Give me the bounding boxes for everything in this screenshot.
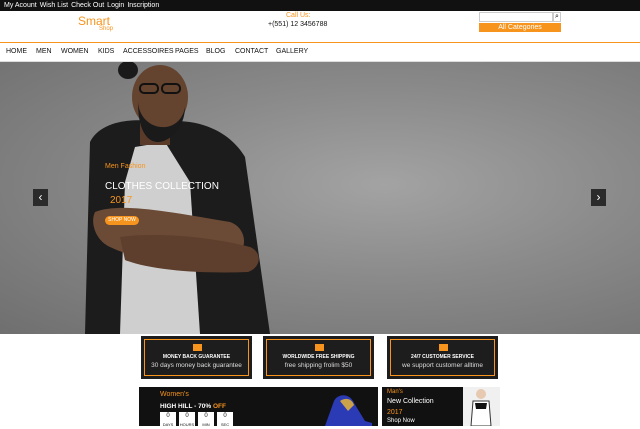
nav-pages[interactable]: PAGES [175, 48, 199, 55]
feature-frame: WORLDWIDE FREE SHIPPING free shipping fr… [266, 339, 371, 376]
promo-off: OFF [212, 403, 226, 410]
countdown-label: SEC [220, 422, 230, 427]
phone-number: +(551) 12 3456788 [268, 21, 328, 28]
countdown-label: MIN [202, 422, 210, 427]
feature-subtitle: 30 days money back guarantee [151, 362, 242, 369]
call-us-label: Call Us: [286, 12, 311, 19]
countdown-label: HOURS [179, 422, 195, 427]
feature-title: MONEY BACK GUARANTEE [162, 354, 231, 360]
chevron-left-icon[interactable]: ‹ [33, 189, 48, 206]
feature-frame: MONEY BACK GUARANTEE 30 days money back … [144, 339, 249, 376]
check-out-link[interactable]: Check Out [71, 2, 104, 9]
hero-year: 2017 [110, 195, 133, 206]
top-bar: My Acount Wish List Check Out Login Inscript… [0, 0, 640, 11]
wish-list-link[interactable]: Wish List [40, 2, 68, 9]
feature-subtitle: free shipping frolim $50 [284, 362, 353, 369]
search-icon[interactable]: ⌕ [553, 12, 561, 22]
nav-accessoires[interactable]: ACCESSOIRES [123, 48, 174, 55]
nav-kids[interactable]: KIDS [98, 48, 114, 55]
headset-icon [439, 344, 448, 351]
countdown-seconds: 0 SEC [217, 412, 233, 427]
feature-free-shipping: WORLDWIDE FREE SHIPPING free shipping fr… [261, 334, 376, 381]
logo-sub: Shop [99, 26, 114, 32]
hero-slider: Men Fashion CLOTHES COLLECTION 2017 SHOP… [0, 62, 640, 334]
promo-title: New Collection [387, 398, 434, 405]
countdown-value: 0 [185, 413, 189, 419]
nav-women[interactable]: WOMEN [61, 48, 89, 55]
promo-year: 2017 [387, 409, 403, 416]
inscription-link[interactable]: Inscription [127, 2, 159, 9]
countdown-minutes: 0 MIN [198, 412, 214, 427]
feature-title: 24/7 CUSTOMER SERVICE [411, 354, 474, 360]
nav-men[interactable]: MEN [36, 48, 52, 55]
countdown-value: 0 [204, 413, 208, 419]
countdown-days: 0 DAYS [160, 412, 176, 427]
hero-kicker: Men Fashion [105, 163, 146, 170]
shop-now-link[interactable]: Shop Now [387, 418, 415, 424]
shop-now-button[interactable]: SHOP NOW [105, 216, 139, 225]
my-account-link[interactable]: My Acount [4, 2, 37, 9]
hero-title: CLOTHES COLLECTION [105, 181, 219, 192]
truck-icon [315, 344, 324, 351]
header: Smart Shop Call Us: +(551) 12 3456788 ⌕ … [0, 11, 640, 43]
nav-blog[interactable]: BLOG [206, 48, 225, 55]
feature-money-back: MONEY BACK GUARANTEE 30 days money back … [139, 334, 254, 381]
hero-model-image [85, 62, 270, 334]
promo-title: HIGH HILL - 70% OFF [160, 403, 226, 410]
search-input[interactable] [479, 12, 553, 22]
login-link[interactable]: Login [107, 2, 124, 9]
nav-home[interactable]: HOME [6, 48, 27, 55]
promo-title-text: HIGH HILL - 70% [160, 403, 212, 410]
chevron-right-icon[interactable]: › [591, 189, 606, 206]
all-categories-select[interactable]: All Categories [479, 23, 561, 32]
countdown-label: DAYS [162, 422, 174, 427]
nav-contact[interactable]: CONTACT [235, 48, 268, 55]
countdown-value: 0 [223, 413, 227, 419]
feature-frame: 24/7 CUSTOMER SERVICE we support custome… [390, 339, 495, 376]
kid-model-image [463, 387, 500, 426]
promo-label: Women's [160, 391, 189, 398]
feature-subtitle: we support customer alltime [402, 362, 483, 369]
countdown-value: 0 [166, 413, 170, 419]
money-icon [193, 344, 202, 351]
countdown-hours: 0 HOURS [179, 412, 195, 427]
nav-gallery[interactable]: GALLERY [276, 48, 308, 55]
feature-customer-service: 24/7 CUSTOMER SERVICE we support custome… [385, 334, 500, 381]
promo-label: Man's [387, 389, 403, 395]
feature-title: WORLDWIDE FREE SHIPPING [282, 354, 355, 360]
main-nav: HOME MEN WOMEN KIDS ACCESSOIRES PAGES BL… [0, 43, 640, 62]
high-heel-shoe-image [325, 395, 372, 426]
